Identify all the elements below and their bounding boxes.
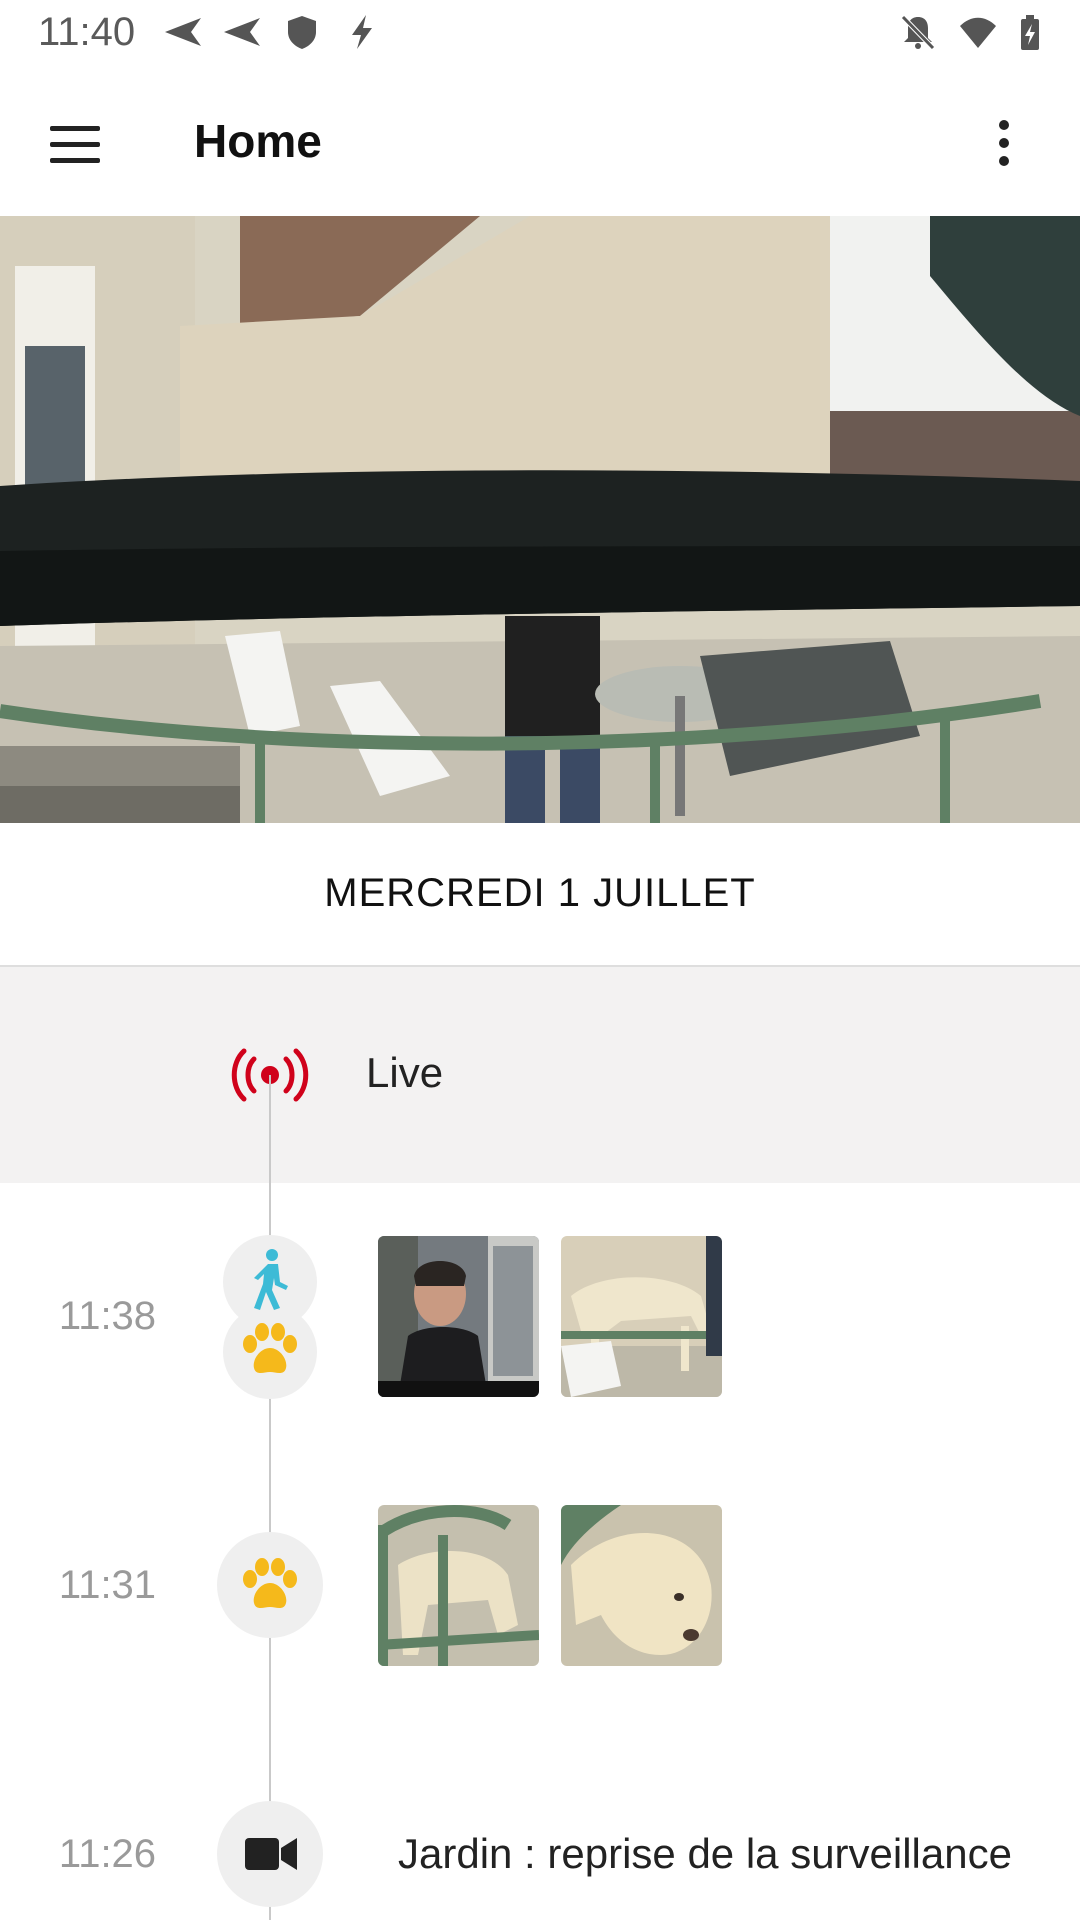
battery-charging-icon	[1021, 15, 1039, 50]
status-time: 11:40	[38, 10, 136, 54]
event-time: 11:26	[58, 1832, 157, 1876]
paw-icon	[243, 1558, 297, 1608]
event-thumbnail[interactable]	[378, 1505, 539, 1666]
page-title: Home	[194, 115, 322, 167]
event-thumbnail[interactable]	[561, 1236, 722, 1397]
wifi-icon	[960, 17, 996, 48]
event-description: Jardin : reprise de la surveillance	[398, 1830, 1012, 1877]
camera-preview[interactable]	[0, 216, 1080, 823]
event-time: 11:38	[58, 1294, 157, 1338]
live-label: Live	[366, 1049, 444, 1096]
camera-image	[0, 216, 1080, 823]
video-camera-icon	[245, 1838, 297, 1870]
person-walking-icon	[254, 1249, 288, 1310]
more-vert-icon	[999, 120, 1009, 130]
menu-button[interactable]	[40, 114, 110, 174]
send-icon	[165, 18, 201, 46]
notifications-off-icon	[901, 15, 935, 50]
event-thumbnail[interactable]	[378, 1236, 539, 1397]
timeline-line	[269, 1075, 271, 1920]
flash-icon	[352, 15, 372, 49]
event-time: 11:31	[58, 1563, 157, 1607]
live-row[interactable]: Live	[0, 967, 1080, 1183]
shield-icon	[288, 16, 316, 49]
status-bar: 11:40	[0, 0, 1080, 66]
event-thumbnail[interactable]	[561, 1505, 722, 1666]
date-label: MERCREDI 1 JUILLET	[324, 871, 756, 915]
paw-icon	[243, 1323, 297, 1373]
hamburger-icon	[50, 126, 100, 131]
more-options-button[interactable]	[980, 110, 1028, 176]
send-icon-2	[224, 18, 260, 46]
app-bar: Home	[0, 66, 1080, 216]
date-header: MERCREDI 1 JUILLET	[0, 823, 1080, 967]
